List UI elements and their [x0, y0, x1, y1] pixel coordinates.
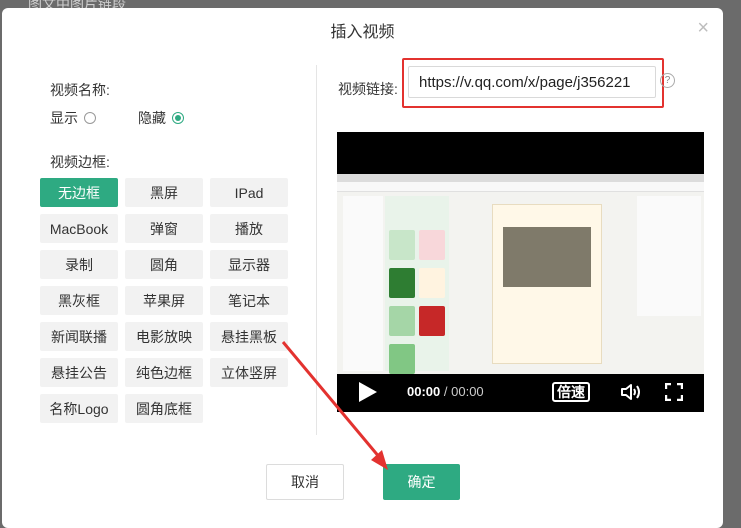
- visibility-radio-group: 显示 隐藏: [50, 108, 184, 128]
- frame-option[interactable]: 黑屏: [125, 178, 203, 207]
- play-icon[interactable]: [359, 382, 377, 402]
- duration: 00:00: [451, 384, 484, 399]
- thumbnail-left-panel: [343, 196, 383, 371]
- frame-option[interactable]: 悬挂黑板: [210, 322, 288, 351]
- video-frame-label: 视频边框:: [50, 154, 110, 170]
- thumbnail-template-panel: [385, 196, 449, 374]
- thumbnail-card: [389, 268, 415, 298]
- frame-option[interactable]: 电影放映: [125, 322, 203, 351]
- frame-option[interactable]: 播放: [210, 214, 288, 243]
- player-controls: 00:00 / 00:00 倍速: [337, 372, 704, 412]
- thumbnail-browser-bar: [337, 174, 704, 182]
- show-radio-label: 显示: [50, 110, 78, 126]
- thumbnail-card: [389, 230, 415, 260]
- thumbnail-card: [419, 306, 445, 336]
- video-thumbnail: [337, 174, 704, 374]
- hide-radio-label: 隐藏: [138, 110, 166, 126]
- confirm-button[interactable]: 确定: [383, 464, 460, 500]
- frame-option[interactable]: 新闻联播: [40, 322, 118, 351]
- close-icon[interactable]: ×: [697, 18, 709, 38]
- radio-unchecked-icon[interactable]: [84, 112, 96, 124]
- frame-option[interactable]: 无边框: [40, 178, 118, 207]
- video-name-label: 视频名称:: [50, 82, 110, 98]
- thumbnail-card: [419, 230, 445, 260]
- video-link-input[interactable]: [408, 66, 656, 98]
- frame-option[interactable]: 弹窗: [125, 214, 203, 243]
- volume-icon[interactable]: [620, 382, 644, 402]
- frame-option[interactable]: IPad: [210, 178, 288, 207]
- frame-options-grid: 无边框 黑屏 IPad MacBook 弹窗 播放 录制 圆角 显示器 黑灰框 …: [40, 178, 288, 423]
- time-display: 00:00 / 00:00: [407, 384, 484, 399]
- thumbnail-toolbar: [337, 182, 704, 192]
- frame-option[interactable]: 名称Logo: [40, 394, 118, 423]
- radio-checked-icon[interactable]: [172, 112, 184, 124]
- fullscreen-icon[interactable]: [665, 383, 683, 401]
- frame-option[interactable]: MacBook: [40, 214, 118, 243]
- help-icon[interactable]: ?: [660, 73, 675, 88]
- frame-option[interactable]: 显示器: [210, 250, 288, 279]
- playback-speed-button[interactable]: 倍速: [552, 382, 590, 402]
- current-time: 00:00: [407, 384, 441, 399]
- thumbnail-card: [389, 344, 415, 374]
- hide-name-radio[interactable]: 隐藏: [138, 108, 184, 128]
- dialog-title: 插入视频: [330, 24, 395, 41]
- frame-option[interactable]: 圆角: [125, 250, 203, 279]
- time-separator: /: [443, 384, 448, 399]
- frame-option[interactable]: 立体竖屏: [210, 358, 288, 387]
- show-name-radio[interactable]: 显示: [50, 108, 96, 128]
- vertical-divider: [316, 65, 317, 435]
- thumbnail-editor-page: [492, 204, 602, 364]
- frame-option[interactable]: 圆角底框: [125, 394, 203, 423]
- frame-option[interactable]: 黑灰框: [40, 286, 118, 315]
- thumbnail-right-panel: [637, 196, 701, 316]
- thumbnail-editor-image: [503, 227, 591, 287]
- cancel-button[interactable]: 取消: [266, 464, 344, 500]
- thumbnail-card: [389, 306, 415, 336]
- thumbnail-card: [419, 268, 445, 298]
- frame-option[interactable]: 笔记本: [210, 286, 288, 315]
- video-link-label: 视频链接:: [338, 81, 398, 97]
- frame-option[interactable]: 悬挂公告: [40, 358, 118, 387]
- frame-option[interactable]: 苹果屏: [125, 286, 203, 315]
- frame-option[interactable]: 录制: [40, 250, 118, 279]
- video-preview-player[interactable]: 00:00 / 00:00 倍速: [337, 132, 704, 412]
- frame-option[interactable]: 纯色边框: [125, 358, 203, 387]
